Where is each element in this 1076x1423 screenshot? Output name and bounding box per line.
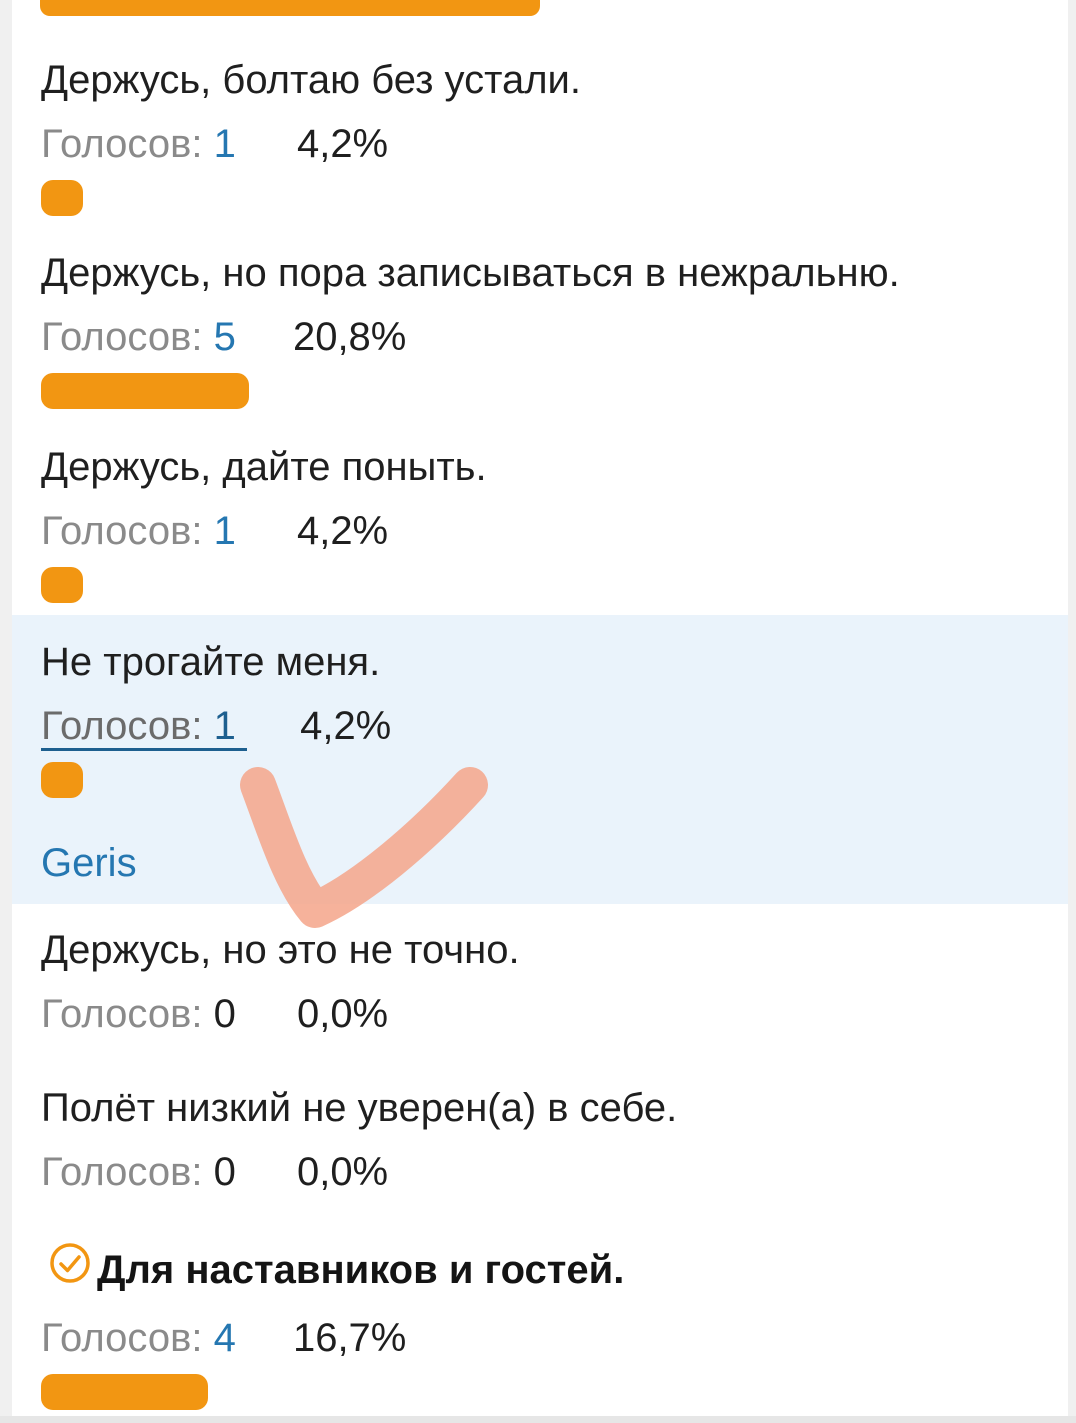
vote-bar <box>41 180 83 216</box>
votes-label: Голосов: <box>41 315 203 359</box>
votes-link[interactable]: Голосов: 1 <box>41 704 247 751</box>
poll-option: Держусь, болтаю без устали. Голосов: 1 4… <box>12 55 1068 216</box>
option-votes: Голосов: 1 4,2% <box>41 506 1068 556</box>
votes-label: Голосов: <box>41 509 203 553</box>
poll-option-selected: Не трогайте меня. Голосов: 1 4,2% Geris <box>12 615 1068 904</box>
option-text: Для наставников и гостей. <box>45 1242 1068 1299</box>
votes-count-link[interactable]: 1 <box>214 509 236 553</box>
option-text: Держусь, но это не точно. <box>41 928 520 972</box>
votes-label: Голосов: <box>41 1150 203 1194</box>
votes-count-link: 1 <box>213 704 236 748</box>
votes-count-link[interactable]: 4 <box>214 1316 236 1360</box>
votes-label: Голосов: <box>41 122 203 166</box>
vote-percent: 4,2% <box>296 122 389 166</box>
option-text: Держусь, но пора записываться в нежральн… <box>41 251 900 295</box>
vote-percent: 4,2% <box>296 509 389 553</box>
vote-percent: 20,8% <box>292 315 407 359</box>
option-votes: Голосов: 0 0,0% <box>41 989 1068 1039</box>
option-votes: Голосов: 1 4,2% <box>41 119 1068 169</box>
vote-percent: 16,7% <box>292 1316 407 1361</box>
option-text: Держусь, дайте поныть. <box>41 445 487 489</box>
poll-option: Полёт низкий не уверен(а) в себе. Голосо… <box>12 1083 1068 1197</box>
option-votes: Голосов: 1 4,2% <box>41 701 1068 751</box>
vote-bar <box>41 1374 208 1411</box>
option-text: Не трогайте меня. <box>41 640 381 684</box>
option-votes: Голосов: 0 0,0% <box>41 1147 1068 1197</box>
option-text: Держусь, болтаю без устали. <box>41 58 581 102</box>
checkmark-circle-icon <box>49 1242 91 1296</box>
poll-option-voted: Для наставников и гостей. Голосов: 4 16,… <box>12 1242 1068 1411</box>
option-votes: Голосов: 5 20,8% <box>41 312 1068 362</box>
previous-option-bar <box>40 0 540 16</box>
vote-percent: 0,0% <box>296 992 389 1036</box>
poll-option: Держусь, но это не точно. Голосов: 0 0,0… <box>12 925 1068 1039</box>
votes-count: 0 <box>213 992 236 1036</box>
poll-frame-bottom <box>0 1416 1076 1423</box>
votes-label: Голосов: <box>41 1316 203 1361</box>
votes-count: 0 <box>213 1150 236 1194</box>
option-votes: Голосов: 4 16,7% <box>41 1313 1068 1363</box>
option-label: Для наставников и гостей. <box>97 1248 625 1292</box>
votes-label: Голосов: <box>41 704 203 748</box>
vote-bar <box>41 762 83 798</box>
vote-percent: 0,0% <box>296 1150 389 1194</box>
votes-label: Голосов: <box>41 992 203 1036</box>
vote-bar <box>41 567 83 603</box>
votes-count-link[interactable]: 5 <box>214 315 236 359</box>
poll-option: Держусь, но пора записываться в нежральн… <box>12 248 1068 409</box>
votes-count-link[interactable]: 1 <box>214 122 236 166</box>
voter-name-link[interactable]: Geris <box>41 838 1068 888</box>
option-text: Полёт низкий не уверен(а) в себе. <box>41 1086 678 1130</box>
vote-percent: 4,2% <box>300 704 392 748</box>
vote-bar <box>41 373 249 409</box>
poll-option: Держусь, дайте поныть. Голосов: 1 4,2% <box>12 442 1068 603</box>
